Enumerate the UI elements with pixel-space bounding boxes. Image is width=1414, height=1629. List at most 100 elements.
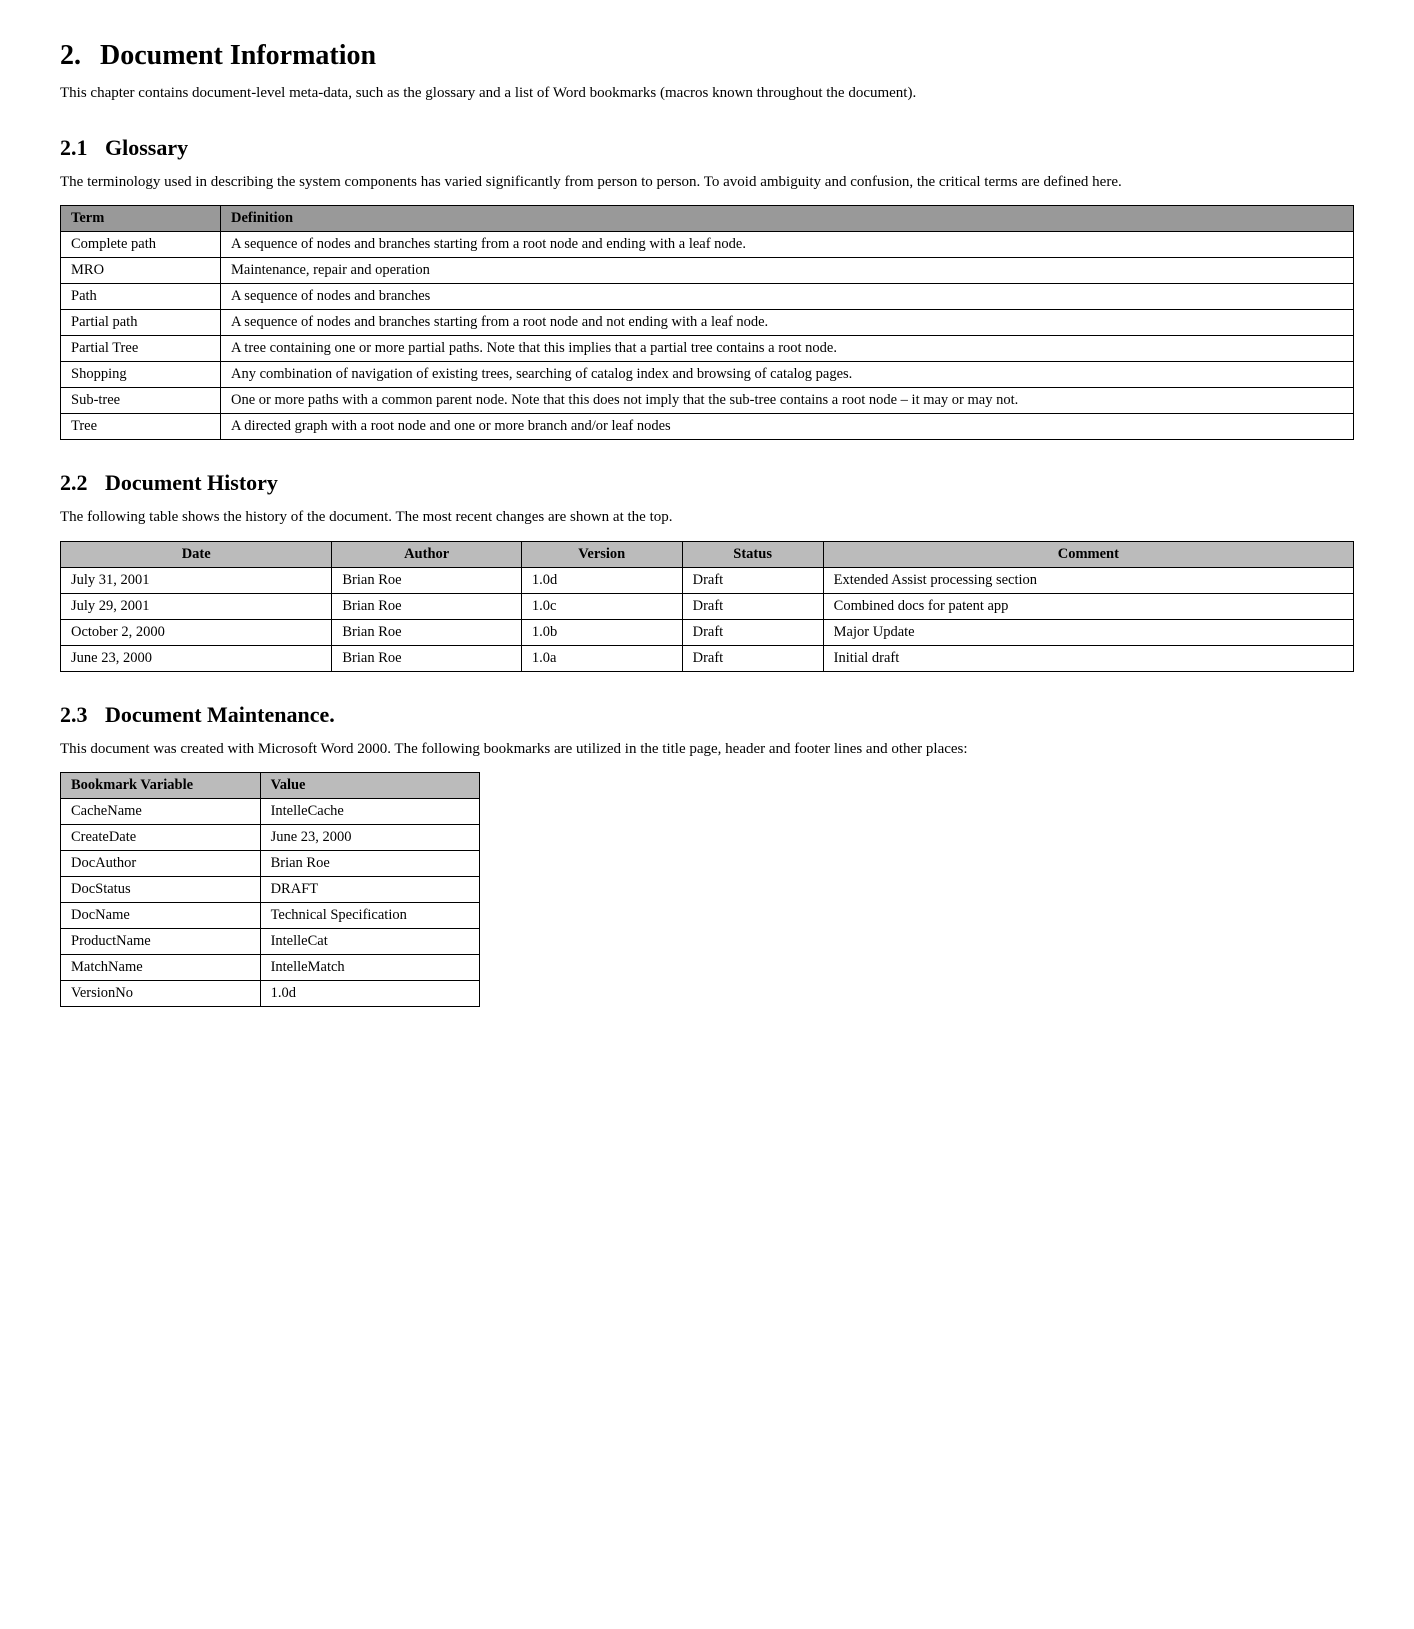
bookmark-row: VersionNo1.0d (61, 981, 480, 1007)
bookmark-table: Bookmark VariableValue CacheNameIntelleC… (60, 772, 480, 1007)
section-2-title-text: Document Information (100, 40, 376, 71)
history-col-comment: Comment (823, 541, 1353, 567)
history-status: Draft (682, 645, 823, 671)
bookmark-row: DocNameTechnical Specification (61, 903, 480, 929)
glossary-row: MROMaintenance, repair and operation (61, 258, 1354, 284)
glossary-col-definition: Definition (221, 206, 1354, 232)
section-21-title: 2.1 Glossary (60, 135, 1354, 161)
history-col-version: Version (521, 541, 682, 567)
section-22-intro: The following table shows the history of… (60, 506, 1354, 529)
bookmark-variable: VersionNo (61, 981, 261, 1007)
section-21-intro: The terminology used in describing the s… (60, 171, 1354, 194)
glossary-row: Sub-treeOne or more paths with a common … (61, 388, 1354, 414)
history-author: Brian Roe (332, 593, 522, 619)
bookmark-row: DocStatusDRAFT (61, 877, 480, 903)
bookmark-row: CreateDateJune 23, 2000 (61, 825, 480, 851)
glossary-term: Partial Tree (61, 336, 221, 362)
section-21-title-text: Glossary (105, 135, 188, 160)
history-status: Draft (682, 619, 823, 645)
glossary-definition: One or more paths with a common parent n… (221, 388, 1354, 414)
bookmark-row: ProductNameIntelleCat (61, 929, 480, 955)
history-version: 1.0c (521, 593, 682, 619)
glossary-term: Complete path (61, 232, 221, 258)
section-2-intro: This chapter contains document-level met… (60, 82, 1354, 105)
bookmark-value: IntelleMatch (260, 955, 479, 981)
bookmark-variable: DocName (61, 903, 261, 929)
history-author: Brian Roe (332, 567, 522, 593)
history-author: Brian Roe (332, 619, 522, 645)
section-23-intro: This document was created with Microsoft… (60, 738, 1354, 761)
section-2-title: 2. Document Information (60, 40, 1354, 72)
bookmark-value: Technical Specification (260, 903, 479, 929)
bookmark-value: IntelleCat (260, 929, 479, 955)
bookmark-value: DRAFT (260, 877, 479, 903)
glossary-definition: Maintenance, repair and operation (221, 258, 1354, 284)
glossary-row: Partial pathA sequence of nodes and bran… (61, 310, 1354, 336)
glossary-row: Partial TreeA tree containing one or mor… (61, 336, 1354, 362)
history-status: Draft (682, 567, 823, 593)
history-date: July 29, 2001 (61, 593, 332, 619)
bookmark-value: IntelleCache (260, 799, 479, 825)
section-22-title-text: Document History (105, 470, 278, 495)
history-row: June 23, 2000Brian Roe1.0aDraftInitial d… (61, 645, 1354, 671)
history-comment: Major Update (823, 619, 1353, 645)
history-row: July 31, 2001Brian Roe1.0dDraftExtended … (61, 567, 1354, 593)
section-23-title: 2.3 Document Maintenance. (60, 702, 1354, 728)
history-date: October 2, 2000 (61, 619, 332, 645)
bookmark-row: DocAuthorBrian Roe (61, 851, 480, 877)
history-row: July 29, 2001Brian Roe1.0cDraftCombined … (61, 593, 1354, 619)
history-date: June 23, 2000 (61, 645, 332, 671)
history-version: 1.0a (521, 645, 682, 671)
history-comment: Combined docs for patent app (823, 593, 1353, 619)
bookmark-col-value: Value (260, 773, 479, 799)
glossary-term: Tree (61, 414, 221, 440)
bookmark-value: June 23, 2000 (260, 825, 479, 851)
bookmark-variable: DocStatus (61, 877, 261, 903)
section-23-number: 2.3 (60, 702, 88, 727)
glossary-definition: A sequence of nodes and branches (221, 284, 1354, 310)
bookmark-col-bookmark-variable: Bookmark Variable (61, 773, 261, 799)
bookmark-value: 1.0d (260, 981, 479, 1007)
history-status: Draft (682, 593, 823, 619)
history-comment: Initial draft (823, 645, 1353, 671)
glossary-row: TreeA directed graph with a root node an… (61, 414, 1354, 440)
glossary-definition: A tree containing one or more partial pa… (221, 336, 1354, 362)
bookmark-variable: ProductName (61, 929, 261, 955)
glossary-term: Shopping (61, 362, 221, 388)
glossary-term: Sub-tree (61, 388, 221, 414)
glossary-table: Term Definition Complete pathA sequence … (60, 205, 1354, 440)
section-22-title: 2.2 Document History (60, 470, 1354, 496)
glossary-definition: A sequence of nodes and branches startin… (221, 232, 1354, 258)
history-table: DateAuthorVersionStatusComment July 31, … (60, 541, 1354, 672)
glossary-term: Partial path (61, 310, 221, 336)
bookmark-row: MatchNameIntelleMatch (61, 955, 480, 981)
history-author: Brian Roe (332, 645, 522, 671)
glossary-row: Complete pathA sequence of nodes and bra… (61, 232, 1354, 258)
history-version: 1.0b (521, 619, 682, 645)
glossary-col-term: Term (61, 206, 221, 232)
glossary-definition: A directed graph with a root node and on… (221, 414, 1354, 440)
history-col-date: Date (61, 541, 332, 567)
bookmark-variable: MatchName (61, 955, 261, 981)
history-date: July 31, 2001 (61, 567, 332, 593)
history-col-status: Status (682, 541, 823, 567)
section-21-number: 2.1 (60, 135, 88, 160)
bookmark-variable: DocAuthor (61, 851, 261, 877)
glossary-term: Path (61, 284, 221, 310)
history-col-author: Author (332, 541, 522, 567)
section-23-title-text: Document Maintenance. (105, 702, 335, 727)
glossary-definition: Any combination of navigation of existin… (221, 362, 1354, 388)
section-22-number: 2.2 (60, 470, 88, 495)
bookmark-variable: CacheName (61, 799, 261, 825)
bookmark-variable: CreateDate (61, 825, 261, 851)
bookmark-value: Brian Roe (260, 851, 479, 877)
glossary-definition: A sequence of nodes and branches startin… (221, 310, 1354, 336)
history-comment: Extended Assist processing section (823, 567, 1353, 593)
glossary-row: ShoppingAny combination of navigation of… (61, 362, 1354, 388)
section-2-number: 2. (60, 40, 81, 71)
history-row: October 2, 2000Brian Roe1.0bDraftMajor U… (61, 619, 1354, 645)
bookmark-row: CacheNameIntelleCache (61, 799, 480, 825)
glossary-term: MRO (61, 258, 221, 284)
glossary-row: PathA sequence of nodes and branches (61, 284, 1354, 310)
history-version: 1.0d (521, 567, 682, 593)
